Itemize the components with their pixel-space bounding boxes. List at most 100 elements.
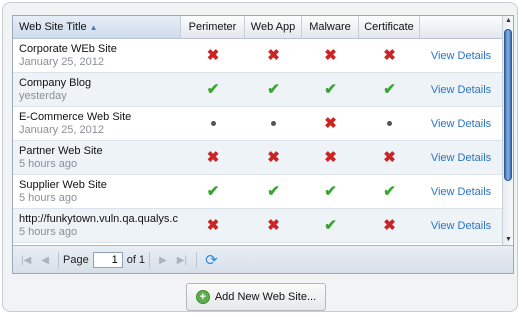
malware-status-cell: ✖	[302, 39, 359, 72]
site-name: E-Commerce Web Site	[19, 111, 132, 123]
table-row[interactable]: Partner Web Site 5 hours ago ✖ ✖ ✖ ✖ View Deta…	[13, 141, 502, 175]
certificate-status-cell: ✔	[359, 175, 420, 208]
webapp-status-cell: ✖	[245, 39, 302, 72]
toolbar-separator	[196, 252, 198, 268]
site-updated-time: January 25, 2012	[19, 56, 105, 68]
x-icon: ✖	[206, 149, 220, 166]
x-icon: ✖	[383, 217, 396, 234]
table-row[interactable]: Corporate WEb Site January 25, 2012 ✖ ✖ ✖ ✖ Vi…	[13, 39, 502, 73]
add-new-website-button[interactable]: + Add New Web Site...	[186, 283, 326, 311]
dot-icon	[210, 121, 216, 126]
webapp-status-cell: ✔	[245, 73, 302, 106]
column-header-title[interactable]: Web Site Title ▲	[13, 16, 181, 38]
sort-ascending-icon: ▲	[89, 23, 98, 32]
page-number-input[interactable]	[92, 252, 123, 268]
previous-page-icon[interactable]: ◀	[41, 255, 49, 266]
check-icon: ✔	[206, 183, 220, 200]
check-icon: ✔	[383, 183, 396, 200]
site-title-cell: Company Blog yesterday	[13, 73, 181, 106]
certificate-status-cell: ✖	[359, 209, 420, 242]
malware-status-cell: ✔	[302, 175, 359, 208]
grid-header: Web Site Title ▲ Perimeter Web App Malwar…	[13, 16, 502, 39]
site-title-cell: Partner Web Site 5 hours ago	[13, 141, 181, 174]
column-header-title-label: Web Site Title	[19, 21, 87, 33]
x-icon: ✖	[324, 47, 337, 64]
x-icon: ✖	[206, 217, 220, 234]
site-name: Company Blog	[19, 77, 92, 89]
certificate-status-cell: ✖	[359, 141, 420, 174]
perimeter-status-cell: ✔	[181, 175, 245, 208]
action-cell: View Details	[420, 39, 502, 72]
perimeter-status-cell: ✖	[181, 141, 245, 174]
view-details-link[interactable]: View Details	[431, 118, 491, 130]
scroll-down-arrow-icon[interactable]: ▼	[503, 235, 513, 245]
check-icon: ✔	[383, 81, 396, 98]
check-icon: ✔	[267, 81, 280, 98]
site-title-cell: Supplier Web Site 5 hours ago	[13, 175, 181, 208]
perimeter-status-cell: ✖	[181, 209, 245, 242]
view-details-link[interactable]: View Details	[431, 220, 491, 232]
scroll-thumb[interactable]	[504, 29, 512, 181]
site-name: http://funkytown.vuln.qa.qualys.c	[19, 213, 178, 225]
site-updated-time: 5 hours ago	[19, 192, 78, 204]
x-icon: ✖	[383, 47, 396, 64]
last-page-icon[interactable]: ▶|	[177, 255, 187, 266]
page-label: Page	[63, 254, 89, 266]
certificate-status-cell: ✖	[359, 39, 420, 72]
malware-status-cell: ✔	[302, 209, 359, 242]
site-name: Partner Web Site	[19, 145, 103, 157]
check-icon: ✔	[324, 217, 337, 234]
column-header-webapp[interactable]: Web App	[245, 16, 302, 38]
perimeter-status-cell	[181, 107, 245, 140]
dot-icon	[387, 121, 392, 126]
websites-grid: Web Site Title ▲ Perimeter Web App Malwar…	[12, 15, 514, 274]
site-updated-time: 5 hours ago	[19, 158, 78, 170]
scroll-up-arrow-icon[interactable]: ▲	[503, 16, 513, 26]
site-title-cell: Corporate WEb Site January 25, 2012	[13, 39, 181, 72]
site-name: Supplier Web Site	[19, 179, 107, 191]
view-details-link[interactable]: View Details	[431, 50, 491, 62]
webapp-status-cell	[245, 107, 302, 140]
table-row[interactable]: E-Commerce Web Site January 25, 2012 ✖ View…	[13, 107, 502, 141]
site-name: Corporate WEb Site	[19, 43, 117, 55]
column-header-malware[interactable]: Malware	[302, 16, 359, 38]
toolbar-separator	[149, 252, 151, 268]
site-updated-time: January 25, 2012	[19, 124, 105, 136]
table-row[interactable]: http://funkytown.vuln.qa.qualys.c 5 hours…	[13, 209, 502, 243]
site-title-cell: http://funkytown.vuln.qa.qualys.c 5 hours…	[13, 209, 181, 242]
pagination-toolbar: |◀ ◀ Page of 1 ▶ ▶| ⟳	[13, 245, 513, 273]
dot-icon	[271, 121, 276, 126]
column-header-actions	[420, 16, 502, 38]
x-icon: ✖	[267, 149, 280, 166]
plus-icon: +	[195, 290, 210, 304]
view-details-link[interactable]: View Details	[431, 84, 491, 96]
panel-frame: Web Site Title ▲ Perimeter Web App Malwar…	[2, 2, 518, 312]
next-page-icon[interactable]: ▶	[159, 255, 167, 266]
malware-status-cell: ✖	[302, 141, 359, 174]
malware-status-cell: ✖	[302, 107, 359, 140]
webapp-status-cell: ✖	[245, 141, 302, 174]
check-icon: ✔	[206, 81, 220, 98]
page-count-label: of 1	[126, 254, 146, 266]
column-header-perimeter[interactable]: Perimeter	[181, 16, 245, 38]
view-details-link[interactable]: View Details	[431, 186, 491, 198]
action-cell: View Details	[420, 73, 502, 106]
view-details-link[interactable]: View Details	[431, 152, 491, 164]
perimeter-status-cell: ✔	[181, 73, 245, 106]
grid-rows: Corporate WEb Site January 25, 2012 ✖ ✖ ✖ ✖ Vi…	[13, 39, 502, 243]
site-updated-time: yesterday	[19, 90, 67, 102]
x-icon: ✖	[267, 217, 280, 234]
table-row[interactable]: Company Blog yesterday ✔ ✔ ✔ ✔ View Details	[13, 73, 502, 107]
vertical-scrollbar[interactable]: ▲ ▼	[502, 16, 513, 245]
webapp-status-cell: ✖	[245, 209, 302, 242]
certificate-status-cell	[359, 107, 420, 140]
table-row[interactable]: Supplier Web Site 5 hours ago ✔ ✔ ✔ ✔ View Det…	[13, 175, 502, 209]
x-icon: ✖	[206, 47, 220, 64]
refresh-icon[interactable]: ⟳	[205, 251, 218, 269]
add-new-website-label: Add New Web Site...	[214, 291, 317, 303]
check-icon: ✔	[324, 81, 337, 98]
x-icon: ✖	[324, 115, 337, 132]
webapp-status-cell: ✔	[245, 175, 302, 208]
first-page-icon[interactable]: |◀	[21, 255, 31, 266]
column-header-certificate[interactable]: Certificate	[359, 16, 420, 38]
